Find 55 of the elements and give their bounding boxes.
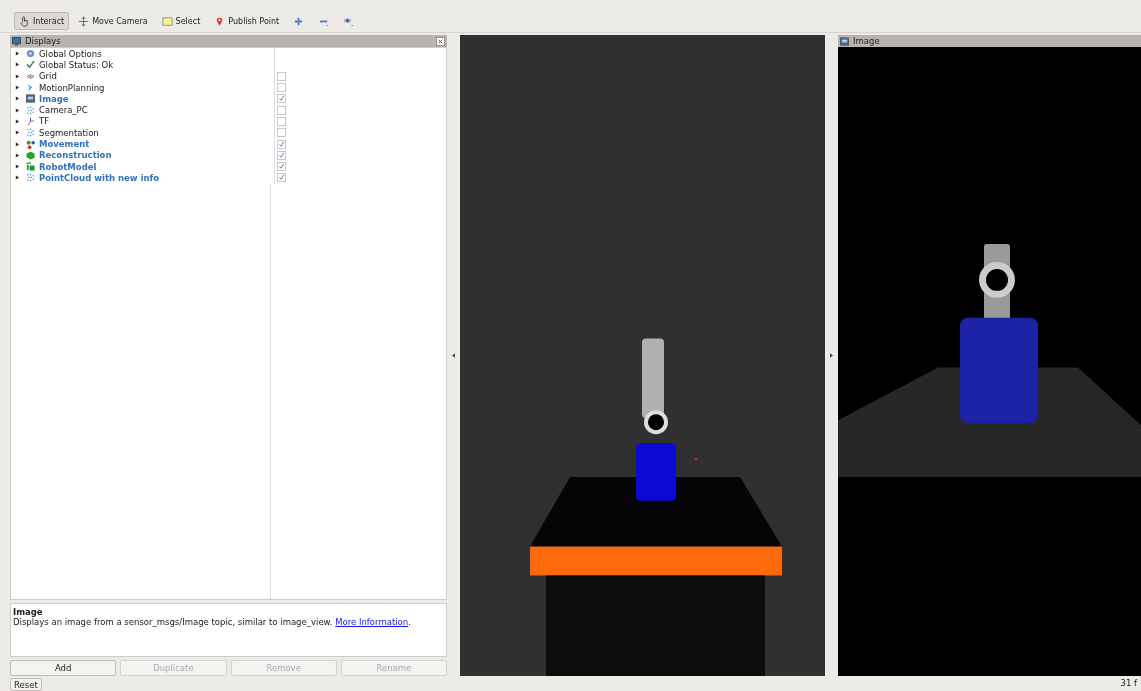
grid-icon [26,71,35,81]
collapse-arrow-icon[interactable] [452,353,455,358]
dots-icon [26,173,35,183]
display-name[interactable]: Movement [39,139,274,149]
checkbox[interactable] [277,83,286,93]
display-name[interactable]: Camera_PC [39,105,274,116]
plus-icon [293,15,305,27]
checkbox[interactable] [277,71,286,81]
image-icon [840,36,849,46]
tool-button[interactable]: Move Camera [73,12,153,30]
panel-title: Displays [25,36,62,46]
display-name[interactable]: RobotModel [39,161,274,172]
panel-title: Image [853,36,881,46]
dots-icon [26,128,35,138]
checkbox[interactable] [277,94,286,104]
display-name[interactable]: TF [39,116,274,127]
chevron-icon [26,83,35,93]
display-name[interactable]: MotionPlanning [39,82,274,93]
display-name[interactable]: PointCloud with new info [39,172,274,183]
panel-button[interactable]: Add [10,660,117,676]
reset-button[interactable]: Reset [10,678,42,691]
display-name[interactable]: Global Options [39,48,274,59]
expand-arrow-icon[interactable] [830,353,833,358]
circles-icon [26,139,35,149]
checkbox[interactable] [277,116,286,126]
description-text: Displays an image from a sensor_msgs/Image topic, similar to image_view. More Information. [13,617,412,627]
tool-button[interactable]: Publish Point [209,12,285,30]
robot-icon [26,162,35,172]
checkbox[interactable] [277,173,286,183]
hand-icon [19,15,30,27]
display-name[interactable]: Reconstruction [39,150,274,161]
checkbox[interactable] [277,162,286,172]
fps-readout: 31 f [1120,678,1137,688]
eye-icon [343,15,355,27]
checkbox[interactable] [277,150,286,160]
checkbox[interactable] [277,139,286,149]
rectangle-icon [161,15,173,27]
cube-icon [26,150,35,160]
gear-icon [26,49,35,59]
checkbox[interactable] [277,105,286,115]
description-title: Image [13,607,44,617]
tool-button[interactable]: Select [156,12,206,30]
axes-icon [26,116,35,126]
checkmark-icon [26,60,35,70]
display-name[interactable]: Grid [39,71,274,82]
monitor-icon [12,36,21,46]
move-icon [78,15,90,27]
display-name[interactable]: Image [39,93,274,104]
display-name[interactable]: Global Status: Ok [39,59,274,70]
dots-icon [26,105,35,115]
checkbox[interactable] [277,128,286,138]
tool-button[interactable]: Interact [14,12,70,30]
image-icon [26,94,35,104]
display-name[interactable]: Segmentation [39,127,274,138]
close-icon[interactable] [436,36,445,46]
